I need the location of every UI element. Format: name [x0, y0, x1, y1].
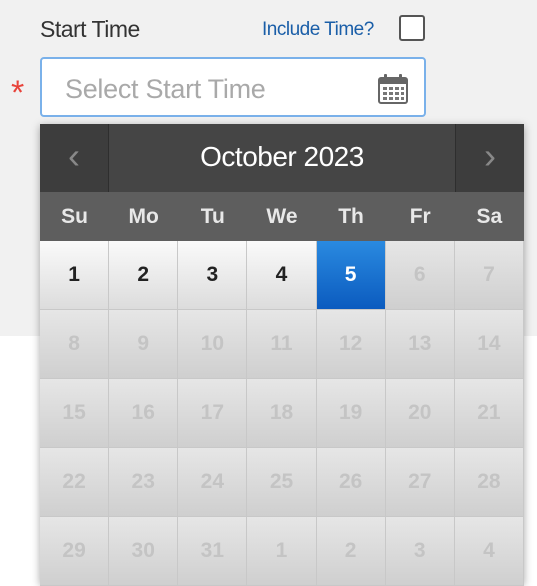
prev-month-button[interactable]: ‹: [40, 124, 109, 192]
start-time-input[interactable]: Select Start Time: [40, 57, 426, 117]
weekday-label: Sa: [476, 205, 503, 228]
day-cell: 12: [316, 310, 386, 379]
include-time-checkbox[interactable]: [399, 15, 425, 41]
weekday-label: Mo: [128, 205, 159, 228]
day-cell: 16: [109, 379, 179, 448]
day-grid: 1 2 3 4 5 6 7 8 9 10 11 12 13 14 15 16 17 18 19 20 21 22 23 24 2…: [40, 241, 524, 586]
day-cell: 18: [247, 379, 317, 448]
day-cell[interactable]: 2: [109, 241, 179, 310]
weekday-header-row: Su Mo Tu We Th Fr Sa: [40, 192, 524, 241]
day-cell: 2: [316, 517, 386, 586]
day-cell: 26: [316, 448, 386, 517]
weekday-label: Su: [61, 205, 88, 228]
required-asterisk: *: [11, 74, 25, 112]
weekday-label: Fr: [409, 205, 431, 228]
calendar-icon[interactable]: [376, 73, 410, 105]
day-cell[interactable]: 3: [178, 241, 248, 310]
weekday-label: Tu: [200, 205, 225, 228]
day-cell: 20: [385, 379, 455, 448]
day-cell: 21: [454, 379, 524, 448]
datepicker-header: ‹ October 2023 ›: [40, 124, 524, 192]
day-cell: 3: [385, 517, 455, 586]
day-cell: 17: [178, 379, 248, 448]
start-time-placeholder: Select Start Time: [65, 74, 266, 104]
day-cell: 1: [247, 517, 317, 586]
day-cell: 14: [454, 310, 524, 379]
day-cell[interactable]: 4: [247, 241, 317, 310]
day-cell: 10: [178, 310, 248, 379]
day-cell: 23: [109, 448, 179, 517]
day-cell: 6: [385, 241, 455, 310]
include-time-label[interactable]: Include Time?: [262, 19, 374, 41]
day-cell-selected[interactable]: 5: [316, 241, 386, 310]
day-cell[interactable]: 1: [40, 241, 110, 310]
day-cell: 24: [178, 448, 248, 517]
day-cell: 8: [40, 310, 110, 379]
start-time-label: Start Time: [40, 16, 140, 42]
day-cell: 29: [40, 517, 110, 586]
day-cell: 7: [454, 241, 524, 310]
day-cell: 15: [40, 379, 110, 448]
day-cell: 25: [247, 448, 317, 517]
day-cell: 30: [109, 517, 179, 586]
day-cell: 13: [385, 310, 455, 379]
day-cell: 9: [109, 310, 179, 379]
day-cell: 27: [385, 448, 455, 517]
day-cell: 28: [454, 448, 524, 517]
day-cell: 31: [178, 517, 248, 586]
day-cell: 4: [454, 517, 524, 586]
next-month-button[interactable]: ›: [455, 124, 524, 192]
day-cell: 19: [316, 379, 386, 448]
weekday-label: We: [266, 205, 298, 228]
weekday-label: Th: [338, 205, 364, 228]
datepicker-popup: ‹ October 2023 › Su Mo Tu We Th Fr Sa 12…: [40, 124, 524, 586]
day-cell: 22: [40, 448, 110, 517]
day-cell: 11: [247, 310, 317, 379]
month-title[interactable]: October 2023: [108, 124, 456, 192]
